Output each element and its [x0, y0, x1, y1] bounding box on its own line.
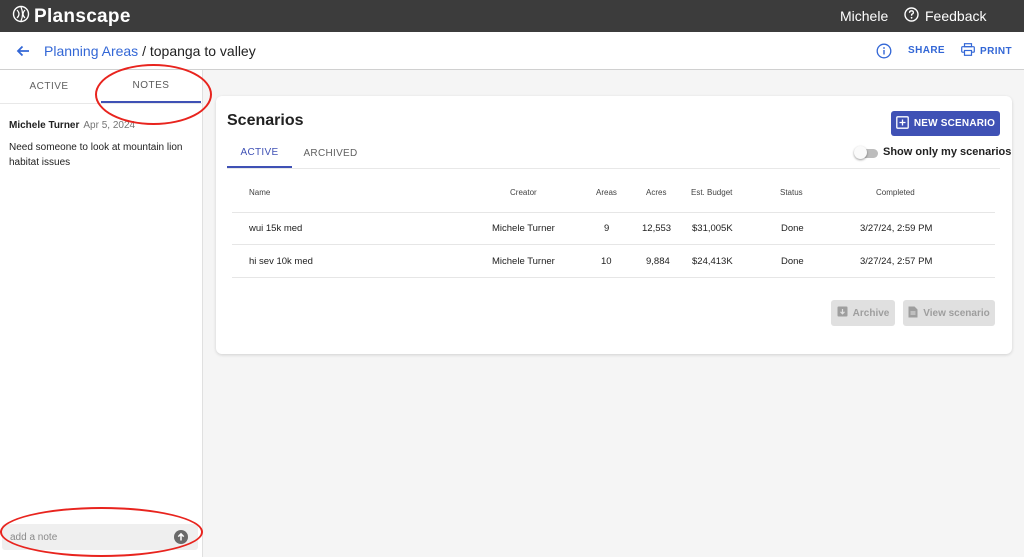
- add-box-icon: [895, 115, 909, 132]
- col-header-budget[interactable]: Est. Budget: [691, 188, 732, 197]
- header-divider: [232, 212, 995, 213]
- feedback-label: Feedback: [925, 8, 987, 24]
- breadcrumb-planning-areas[interactable]: Planning Areas: [44, 43, 138, 59]
- breadcrumb-separator: /: [138, 43, 150, 59]
- cell-acres: 12,553: [642, 223, 672, 234]
- cell-budget: $24,413K: [692, 256, 733, 267]
- note-item: Michele Turner Apr 5, 2024 Need someone t…: [9, 115, 194, 170]
- print-button[interactable]: PRINT: [961, 43, 1012, 59]
- toggle-label: Show only my scenarios: [883, 146, 1012, 158]
- breadcrumb-current: topanga to valley: [149, 43, 256, 59]
- col-header-status[interactable]: Status: [780, 188, 803, 197]
- row-divider: [232, 244, 995, 245]
- col-header-completed[interactable]: Completed: [876, 188, 915, 197]
- note-input-container: [2, 524, 198, 550]
- col-header-creator[interactable]: Creator: [510, 188, 537, 197]
- note-date: Apr 5, 2024: [83, 120, 136, 131]
- view-scenario-button[interactable]: View scenario: [903, 300, 995, 326]
- scenarios-card: Scenarios NEW SCENARIO ACTIVE ARCHIVED S…: [216, 96, 1012, 354]
- cell-budget: $31,005K: [692, 223, 733, 234]
- cell-name: wui 15k med: [249, 223, 303, 234]
- archive-label: Archive: [852, 307, 890, 319]
- notes-sidebar: ACTIVE NOTES Michele Turner Apr 5, 2024 N…: [0, 70, 203, 557]
- new-scenario-button[interactable]: NEW SCENARIO: [891, 111, 1000, 136]
- my-scenarios-toggle[interactable]: [854, 146, 878, 159]
- new-scenario-label: NEW SCENARIO: [913, 118, 996, 129]
- col-header-areas[interactable]: Areas: [596, 188, 617, 197]
- tab-divider: [0, 103, 203, 104]
- sidebar-tab-notes[interactable]: NOTES: [101, 70, 201, 103]
- row-divider: [232, 277, 995, 278]
- archive-button[interactable]: Archive: [831, 300, 895, 326]
- tab-divider: [227, 168, 1000, 169]
- scenarios-title: Scenarios: [227, 112, 304, 129]
- page-header: Planning Areas / topanga to valley SHARE…: [0, 32, 1024, 70]
- cell-status: Done: [781, 256, 804, 267]
- user-menu[interactable]: Michele: [840, 8, 888, 24]
- info-icon[interactable]: [876, 43, 892, 59]
- note-text: Need someone to look at mountain lion ha…: [9, 142, 183, 168]
- col-header-acres[interactable]: Acres: [646, 188, 666, 197]
- cell-completed: 3/27/24, 2:59 PM: [860, 223, 933, 234]
- send-note-button[interactable]: [174, 530, 188, 544]
- breadcrumb: Planning Areas / topanga to valley: [44, 43, 256, 59]
- feedback-button[interactable]: Feedback: [904, 7, 986, 25]
- arrow-up-icon: [177, 532, 185, 541]
- tab-archived-scenarios[interactable]: ARCHIVED: [298, 139, 363, 168]
- cell-creator: Michele Turner: [492, 223, 555, 234]
- cell-status: Done: [781, 223, 804, 234]
- help-circle-icon: [904, 7, 919, 25]
- cell-areas: 9: [604, 223, 610, 234]
- share-button[interactable]: SHARE: [908, 45, 945, 56]
- note-author: Michele Turner: [9, 120, 80, 131]
- cell-creator: Michele Turner: [492, 256, 555, 267]
- cell-name: hi sev 10k med: [249, 256, 313, 267]
- planscape-logo-icon: [12, 5, 30, 28]
- toggle-thumb: [854, 146, 867, 159]
- back-arrow-icon[interactable]: [14, 42, 34, 60]
- document-icon: [908, 306, 918, 321]
- col-header-name[interactable]: Name: [249, 188, 270, 197]
- printer-icon: [961, 43, 975, 59]
- cell-completed: 3/27/24, 2:57 PM: [860, 256, 933, 267]
- cell-areas: 10: [601, 256, 612, 267]
- cell-acres: 9,884: [646, 256, 670, 267]
- archive-icon: [837, 306, 848, 320]
- brand[interactable]: Planscape: [12, 5, 131, 28]
- top-app-bar: Planscape Michele Feedback: [0, 0, 1024, 32]
- view-scenario-label: View scenario: [923, 307, 990, 319]
- brand-name: Planscape: [34, 5, 131, 27]
- sidebar-tab-active[interactable]: ACTIVE: [0, 70, 98, 103]
- tab-active-scenarios[interactable]: ACTIVE: [227, 139, 292, 168]
- add-note-input[interactable]: [10, 528, 165, 546]
- print-label: PRINT: [980, 45, 1012, 57]
